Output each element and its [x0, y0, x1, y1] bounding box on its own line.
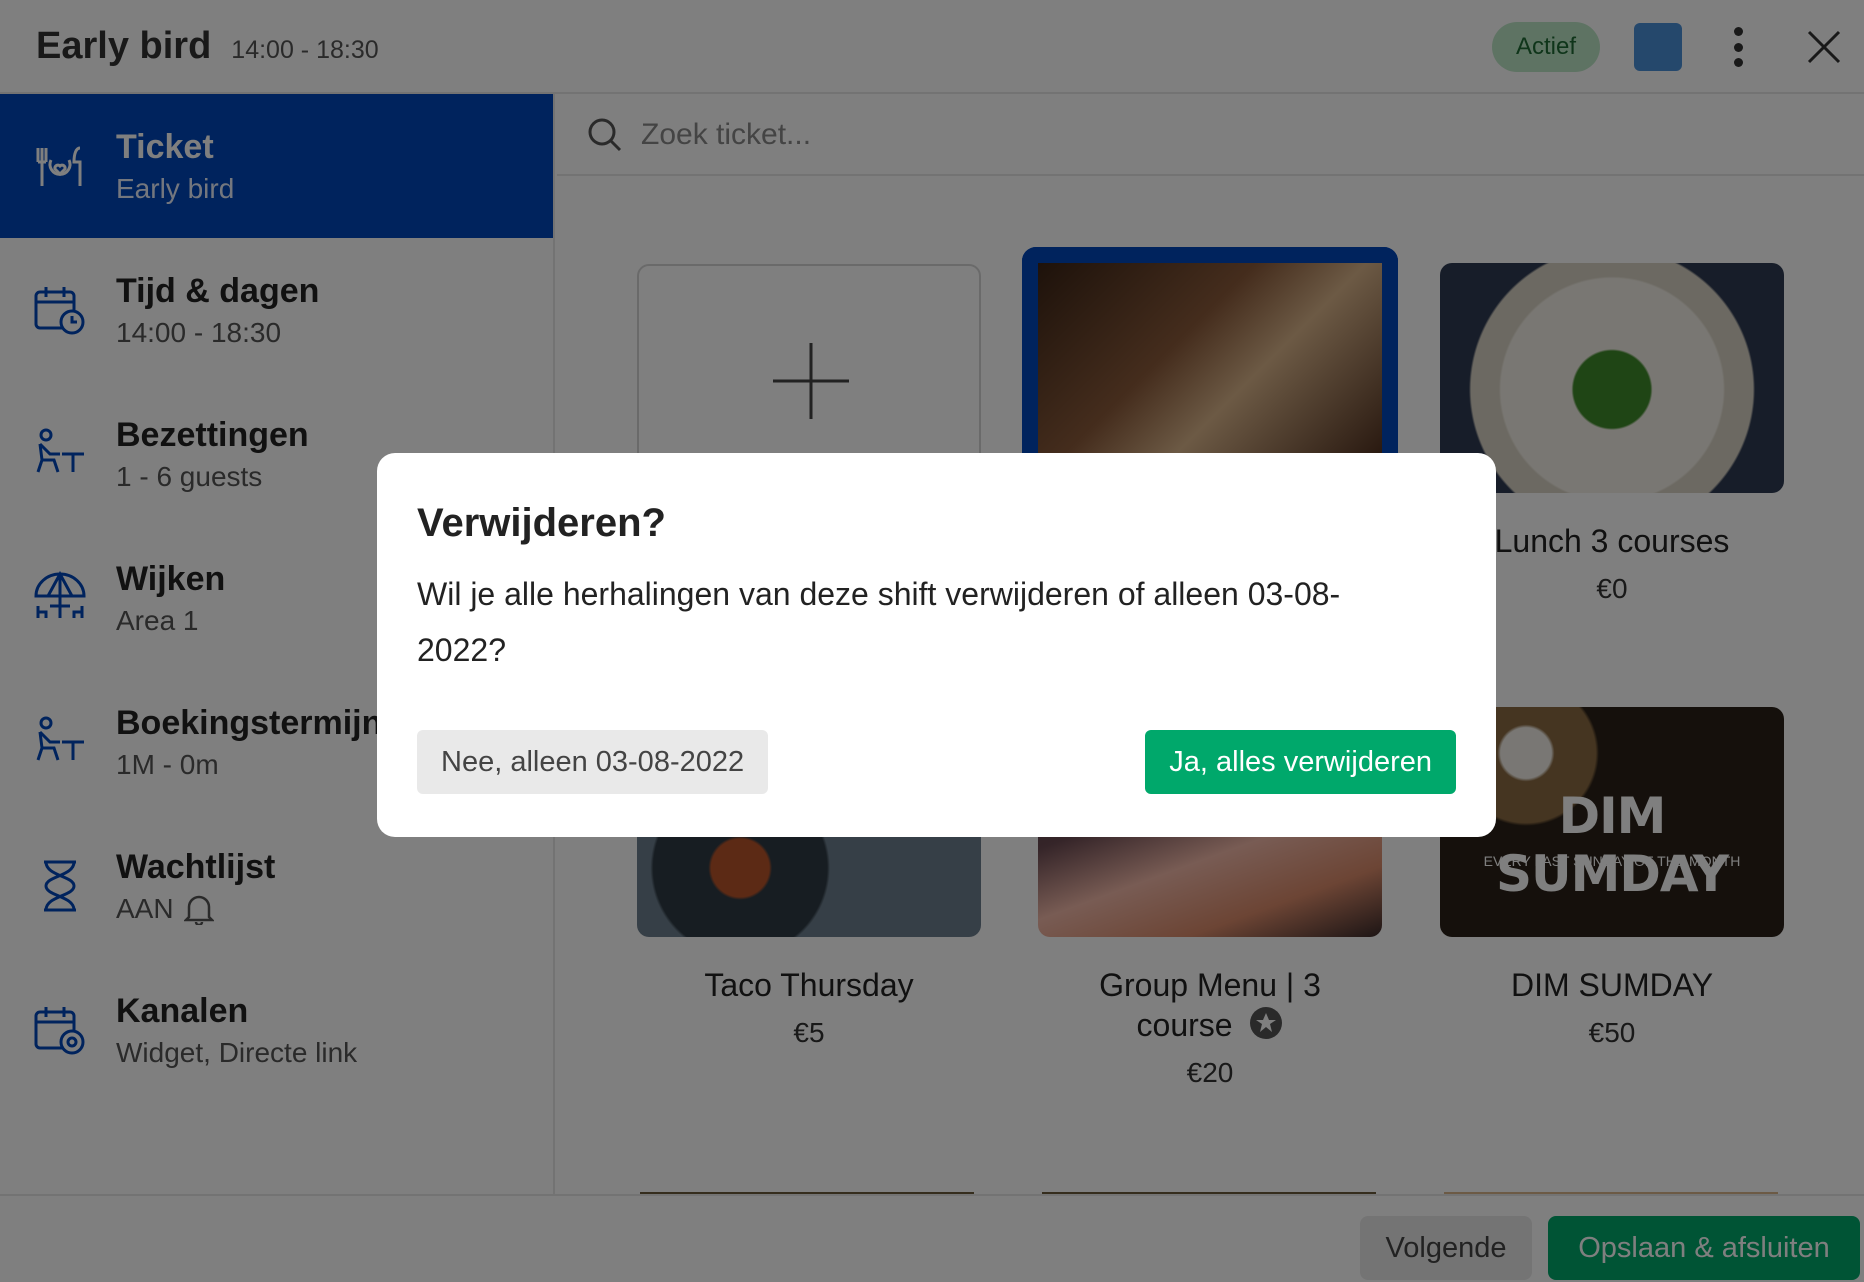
delete-confirm-dialog: Verwijderen? Wil je alle herhalingen van…	[377, 453, 1496, 837]
delete-single-button[interactable]: Nee, alleen 03-08-2022	[417, 730, 769, 794]
delete-all-button[interactable]: Ja, alles verwijderen	[1145, 730, 1456, 794]
dialog-title: Verwijderen?	[417, 501, 666, 545]
dialog-message: Wil je alle herhalingen van deze shift v…	[417, 576, 1341, 668]
